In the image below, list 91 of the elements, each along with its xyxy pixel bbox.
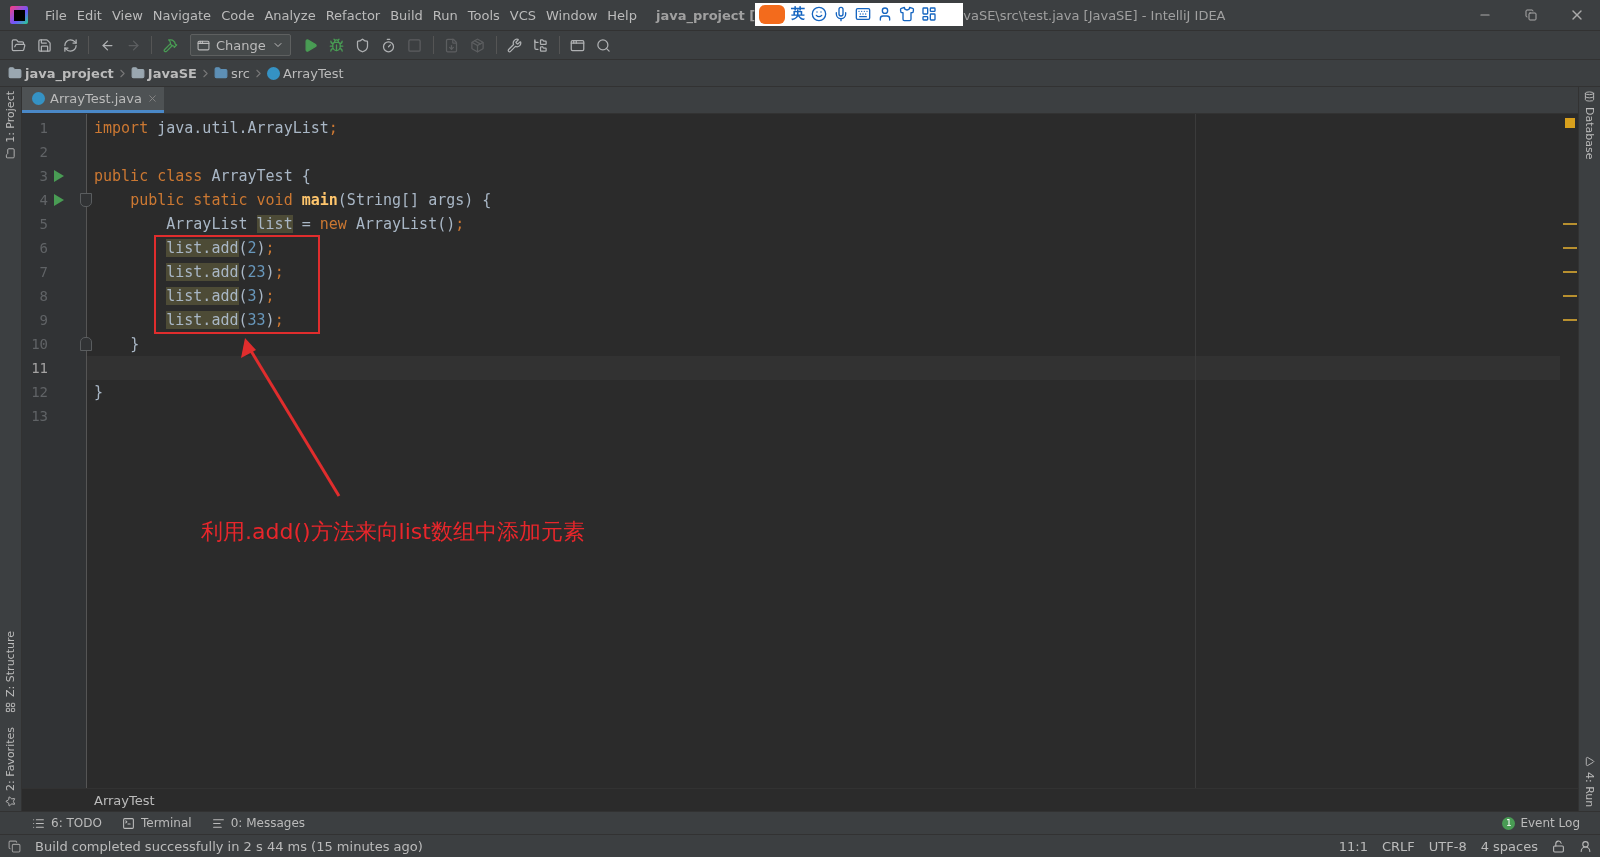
breadcrumb-item[interactable]: JavaSE xyxy=(130,65,197,81)
search-icon xyxy=(596,37,612,53)
menu-item[interactable]: Refactor xyxy=(320,7,386,23)
menu-item[interactable]: Tools xyxy=(462,7,505,23)
folder-icon xyxy=(8,66,22,80)
smile-icon[interactable] xyxy=(811,6,828,22)
messages-icon xyxy=(211,816,225,830)
folder-icon xyxy=(5,147,16,159)
class-icon xyxy=(266,66,280,80)
person-icon[interactable] xyxy=(1579,839,1592,853)
menu-item[interactable]: VCS xyxy=(504,7,542,23)
menu-item[interactable]: File xyxy=(40,7,72,23)
shield-icon xyxy=(355,37,371,53)
folder-tree-icon xyxy=(533,37,549,53)
event-log-button[interactable]: 1 Event Log xyxy=(1502,816,1580,830)
shirt-icon[interactable] xyxy=(899,6,916,22)
ime-logo-icon xyxy=(759,4,786,24)
status-item[interactable]: 11:1 xyxy=(1338,838,1368,854)
menu-item[interactable]: Run xyxy=(427,7,463,23)
tool-window-button[interactable]: 0: Messages xyxy=(211,816,305,830)
hammer-icon xyxy=(162,37,178,53)
keyboard-icon[interactable] xyxy=(855,6,872,22)
tool-window-button[interactable]: Terminal xyxy=(121,816,192,830)
grid-icon xyxy=(5,702,16,714)
menu-item[interactable]: Edit xyxy=(71,7,107,23)
bug-icon xyxy=(329,37,345,53)
star-icon xyxy=(5,796,16,807)
fold-marker-icon[interactable] xyxy=(80,337,92,351)
window-title: java_project [ xyxy=(655,7,756,23)
database-icon xyxy=(1584,91,1595,102)
folder-icon xyxy=(10,37,26,53)
ime-mode[interactable]: 英 xyxy=(791,5,806,23)
status-item[interactable]: 4 spaces xyxy=(1480,838,1538,854)
fold-marker-icon[interactable] xyxy=(80,193,92,207)
restore-icon xyxy=(1525,9,1537,21)
menu-item[interactable]: View xyxy=(106,7,148,23)
class-icon xyxy=(32,92,45,105)
code-line: } xyxy=(93,382,105,403)
breadcrumb-item[interactable]: ArrayTest xyxy=(266,65,344,81)
tool-window-button[interactable]: 6: TODO xyxy=(32,816,102,830)
folder-icon xyxy=(213,66,228,80)
wrench-icon xyxy=(507,37,523,53)
run-config-dropdown[interactable]: Change xyxy=(190,34,291,56)
menu-item[interactable]: Analyze xyxy=(259,7,321,23)
unlock-icon[interactable] xyxy=(1552,839,1565,853)
window-icon xyxy=(570,37,586,53)
breadcrumb-item[interactable]: java_project xyxy=(8,65,114,81)
app-logo-icon xyxy=(10,6,28,24)
window-icon xyxy=(197,38,210,52)
menu-item[interactable]: Window xyxy=(541,7,603,23)
close-icon[interactable] xyxy=(147,93,158,104)
grid-icon[interactable] xyxy=(921,6,938,22)
menu-item[interactable]: Help xyxy=(602,7,642,23)
editor-breadcrumb[interactable]: ArrayTest xyxy=(94,792,155,808)
code-line: } xyxy=(129,334,141,355)
code-line: public class ArrayTest { xyxy=(93,166,312,187)
sync-icon xyxy=(62,37,78,53)
tool-window-button[interactable]: 1: Project xyxy=(4,91,17,159)
editor-tab[interactable]: ArrayTest.java xyxy=(22,87,164,113)
status-message: Build completed successfully in 2 s 44 ms (15 minutes ago) xyxy=(35,838,423,854)
panel-icon[interactable] xyxy=(8,839,21,853)
run-gutter-icon[interactable] xyxy=(54,194,64,206)
run-gutter-icon[interactable] xyxy=(54,170,64,182)
annotation-text: 利用.add()方法来向list数组中添加元素 xyxy=(201,518,585,546)
menu-item[interactable]: Build xyxy=(385,7,428,23)
code-line: import java.util.ArrayList; xyxy=(93,118,339,139)
package-icon xyxy=(470,37,486,53)
code-line: public static void main(String[] args) { xyxy=(129,190,493,211)
terminal-icon xyxy=(121,816,135,830)
menu-item[interactable]: Navigate xyxy=(147,7,217,23)
status-item[interactable]: CRLF xyxy=(1381,838,1415,854)
menu-item[interactable]: Code xyxy=(216,7,260,23)
line-number: 11 xyxy=(30,360,48,376)
breadcrumb-item[interactable]: src xyxy=(213,65,250,81)
folder-icon xyxy=(130,66,145,80)
run-icon xyxy=(303,37,319,53)
code-line: ArrayList list = new ArrayList(); xyxy=(165,214,466,235)
download-icon xyxy=(444,37,460,53)
tool-window-button[interactable]: 2: Favorites xyxy=(4,727,17,807)
save-icon xyxy=(36,37,52,53)
status-item[interactable]: UTF-8 xyxy=(1428,838,1467,854)
forward-arrow-icon xyxy=(125,37,141,53)
tool-window-button[interactable]: Database xyxy=(1583,91,1596,160)
play-icon xyxy=(1584,755,1595,767)
tool-window-button[interactable]: Z: Structure xyxy=(4,631,17,714)
tool-window-button[interactable]: 4: Run xyxy=(1583,755,1596,807)
count-badge: 1 xyxy=(1502,816,1516,830)
stop-icon xyxy=(407,37,423,53)
timer-icon xyxy=(381,37,397,53)
list-icon xyxy=(32,816,45,830)
window-title: vaSE\src\test.java [JavaSE] - IntelliJ IDEA xyxy=(963,7,1226,23)
